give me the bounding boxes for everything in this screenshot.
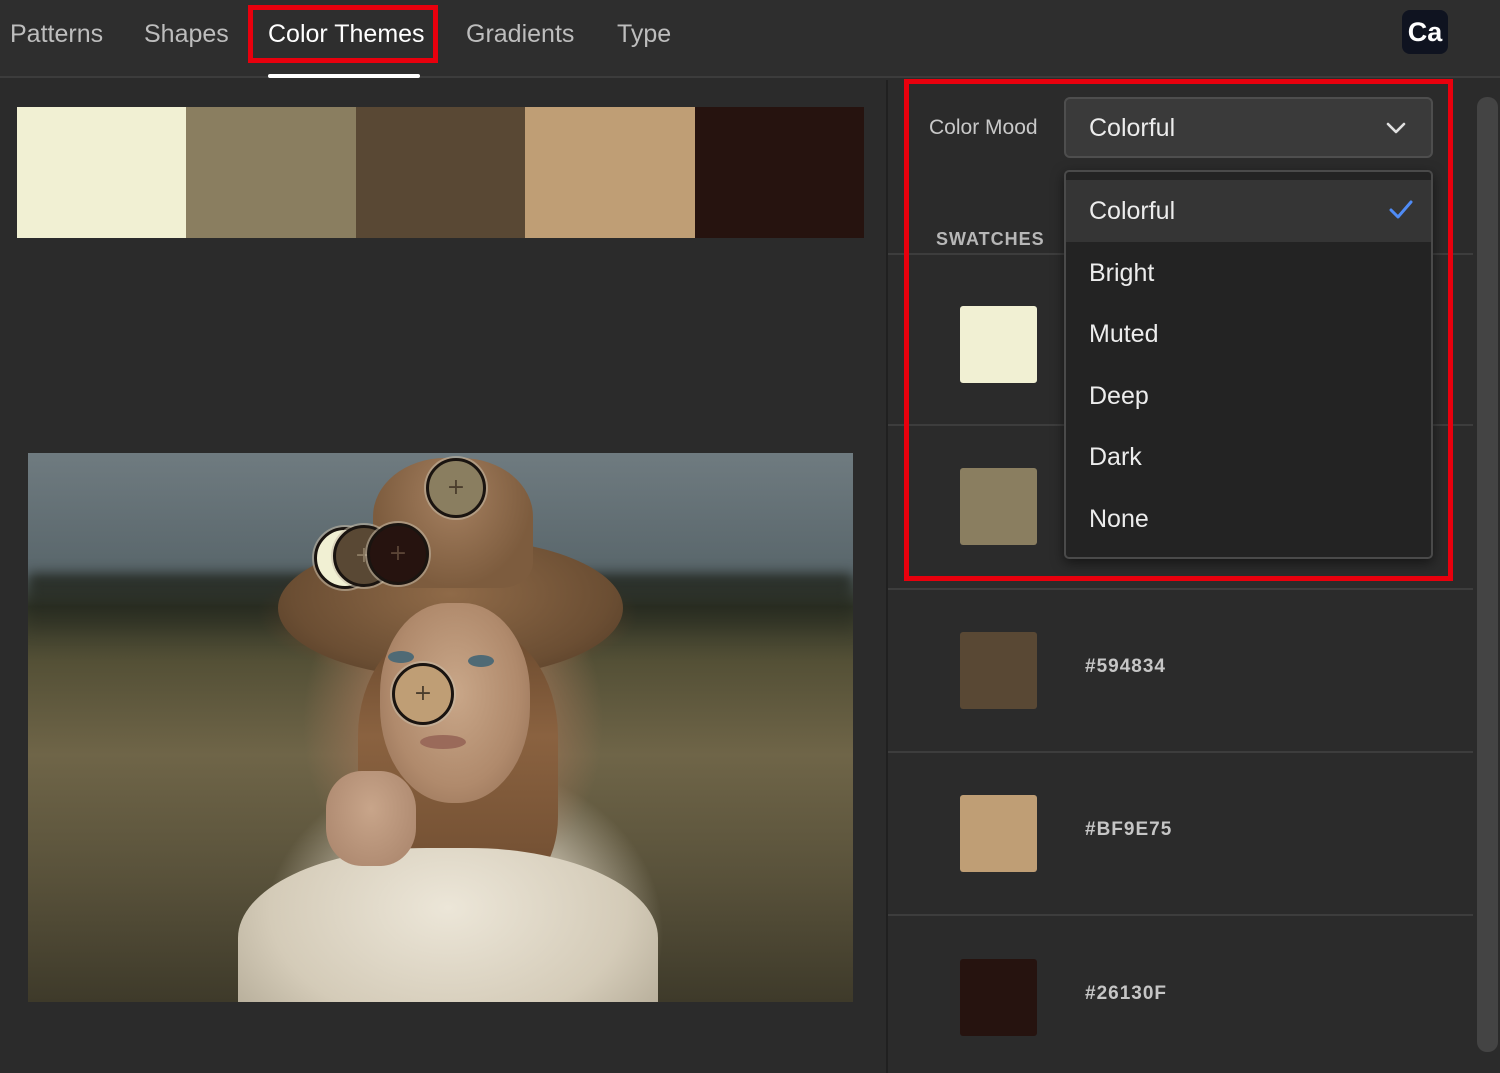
right-eye <box>468 655 494 667</box>
menu-item-dark[interactable]: Dark <box>1066 426 1431 488</box>
swatch-row: #BF9E75 <box>888 744 1473 906</box>
swatch-row: #594834 <box>888 581 1473 743</box>
plus-icon: + <box>446 475 466 500</box>
tab-type[interactable]: Type <box>617 17 671 51</box>
menu-item-label: Muted <box>1089 320 1159 348</box>
color-mood-selected-value: Colorful <box>1089 114 1176 142</box>
panel-scrollbar[interactable] <box>1477 97 1498 1052</box>
swatch-row: #26130F <box>888 908 1473 1070</box>
swatches-heading: SWATCHES <box>936 229 1045 249</box>
chevron-down-icon <box>1386 122 1406 134</box>
top-tab-bar: Patterns Shapes Color Themes Gradients T… <box>0 0 1500 78</box>
source-photo: + + + + <box>28 453 853 1002</box>
palette-swatch[interactable] <box>525 107 695 238</box>
palette-swatch[interactable] <box>355 107 526 238</box>
color-mood-menu: Colorful Bright Muted Deep Dark None <box>1064 170 1433 559</box>
color-mood-label: Color Mood <box>929 116 1038 139</box>
checkmark-icon <box>1389 200 1413 219</box>
sweater <box>238 848 658 1002</box>
menu-item-label: Colorful <box>1089 197 1176 225</box>
menu-item-muted[interactable]: Muted <box>1066 303 1431 365</box>
palette-swatch[interactable] <box>186 107 356 238</box>
menu-item-label: Deep <box>1089 382 1149 410</box>
hand <box>326 771 416 866</box>
swatch-hex[interactable]: #26130F <box>1085 983 1167 1005</box>
palette-swatch[interactable] <box>17 107 187 238</box>
menu-item-label: Dark <box>1089 443 1142 471</box>
menu-item-label: None <box>1089 505 1149 533</box>
menu-item-deep[interactable]: Deep <box>1066 365 1431 427</box>
plus-icon: + <box>413 681 433 706</box>
color-picker-handle[interactable]: + <box>426 458 486 518</box>
app-logo: Ca <box>1402 10 1448 54</box>
swatch-chip[interactable] <box>960 632 1037 709</box>
menu-item-none[interactable]: None <box>1066 488 1431 550</box>
left-eye <box>388 651 414 663</box>
tab-gradients[interactable]: Gradients <box>466 17 574 51</box>
color-picker-handle[interactable]: + <box>367 523 429 585</box>
color-picker-handle[interactable]: + <box>392 663 454 725</box>
tab-patterns[interactable]: Patterns <box>10 17 103 51</box>
menu-item-bright[interactable]: Bright <box>1066 242 1431 304</box>
mouth <box>420 735 466 749</box>
swatch-chip[interactable] <box>960 468 1037 545</box>
swatch-chip[interactable] <box>960 306 1037 383</box>
plus-icon: + <box>388 541 408 566</box>
color-mood-select[interactable]: Colorful <box>1064 97 1433 158</box>
swatch-hex[interactable]: #BF9E75 <box>1085 819 1172 841</box>
color-theme-palette <box>17 107 865 238</box>
swatch-chip[interactable] <box>960 959 1037 1036</box>
active-tab-indicator <box>268 74 420 78</box>
swatch-hex[interactable]: #594834 <box>1085 656 1166 678</box>
menu-item-label: Bright <box>1089 259 1155 287</box>
tab-highlight-box <box>248 5 438 63</box>
swatch-chip[interactable] <box>960 795 1037 872</box>
menu-item-colorful[interactable]: Colorful <box>1066 180 1431 242</box>
palette-swatch[interactable] <box>694 107 865 238</box>
tab-shapes[interactable]: Shapes <box>144 17 229 51</box>
